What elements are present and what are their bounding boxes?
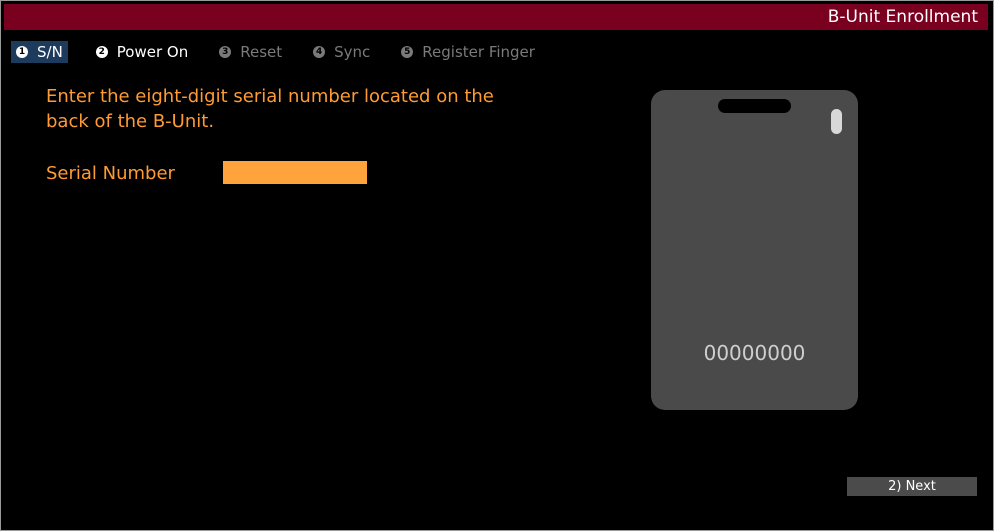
step-reset: 3 Reset: [216, 41, 285, 63]
device-serial-display: 00000000: [703, 341, 806, 365]
device-side-button: [831, 109, 842, 134]
serial-number-input[interactable]: [223, 161, 367, 184]
step-number-5: 5: [401, 46, 414, 58]
step-power-on[interactable]: 2 Power On: [93, 41, 191, 63]
title-bar: B-Unit Enrollment: [4, 4, 988, 30]
serial-number-label: Serial Number: [46, 163, 175, 184]
device-slot: [718, 99, 791, 113]
step-indicator: 1 S/N 2 Power On 3 Reset 4 Sync 5 Regist…: [11, 41, 563, 63]
b-unit-device-illustration: 00000000: [651, 90, 858, 410]
step-sync: 4 Sync: [310, 41, 373, 63]
step-label: Sync: [334, 43, 371, 61]
step-number-4: 4: [313, 46, 326, 58]
step-number-3: 3: [219, 46, 232, 58]
step-number-2: 2: [95, 46, 108, 58]
step-label: Register Finger: [422, 43, 535, 61]
window-title: B-Unit Enrollment: [827, 7, 978, 27]
step-sn[interactable]: 1 S/N: [11, 41, 68, 63]
step-number-1: 1: [16, 46, 28, 58]
step-label: Reset: [240, 43, 283, 61]
instruction-text: Enter the eight-digit serial number loca…: [46, 86, 494, 132]
step-label: S/N: [37, 43, 63, 61]
step-label: Power On: [116, 43, 189, 61]
next-button[interactable]: 2) Next: [847, 477, 977, 496]
step-register-finger: 5 Register Finger: [398, 41, 538, 63]
enrollment-window: B-Unit Enrollment 1 S/N 2 Power On 3 Res…: [0, 0, 994, 531]
